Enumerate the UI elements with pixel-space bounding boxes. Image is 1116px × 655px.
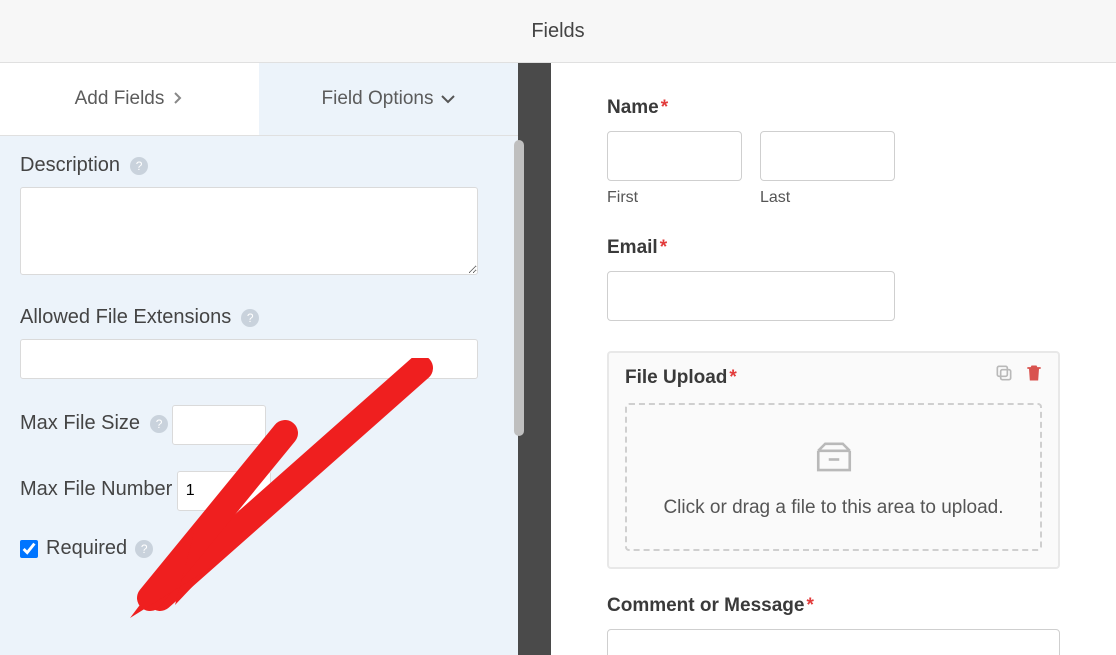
allowed-extensions-block: Allowed File Extensions ? (20, 306, 498, 379)
chevron-right-icon (172, 88, 184, 110)
tabs: Add Fields Field Options (0, 63, 518, 136)
max-file-size-block: Max File Size ? (20, 405, 498, 445)
left-panel: Add Fields Field Options Description ? (0, 63, 518, 655)
trash-icon[interactable] (1024, 363, 1044, 388)
form-preview: Name* First Last Email* File Uploa (551, 63, 1116, 655)
required-label: Required (46, 537, 127, 560)
body: Add Fields Field Options Description ? (0, 63, 1116, 655)
help-icon[interactable]: ? (130, 157, 148, 175)
name-sublabels: First Last (607, 189, 1060, 207)
file-dropzone[interactable]: Click or drag a file to this area to upl… (625, 403, 1042, 551)
page-title: Fields (531, 20, 584, 43)
first-sublabel: First (607, 189, 742, 207)
max-file-number-label: Max File Number (20, 478, 172, 501)
name-row (607, 131, 1060, 181)
chevron-down-icon (441, 88, 455, 110)
max-file-size-label: Max File Size (20, 412, 140, 435)
help-icon[interactable]: ? (135, 540, 153, 558)
max-file-number-input[interactable] (177, 471, 271, 511)
duplicate-icon[interactable] (994, 363, 1014, 388)
field-options-panel: Description ? Allowed File Extensions ? … (0, 136, 518, 655)
email-field-label: Email* (607, 237, 1060, 259)
required-asterisk: * (729, 367, 736, 388)
description-textarea[interactable] (20, 187, 478, 275)
max-file-size-input[interactable] (172, 405, 266, 445)
file-upload-label: File Upload* (625, 367, 1042, 389)
description-label: Description (20, 154, 120, 177)
allowed-extensions-label: Allowed File Extensions (20, 306, 231, 329)
scrollbar[interactable] (514, 140, 524, 436)
tab-field-options-label: Field Options (322, 88, 434, 110)
first-name-input[interactable] (607, 131, 742, 181)
last-sublabel: Last (760, 189, 895, 207)
file-dropzone-hint: Click or drag a file to this area to upl… (663, 497, 1003, 519)
max-file-number-block: Max File Number (20, 471, 498, 511)
comment-input[interactable] (607, 629, 1060, 655)
tab-add-fields[interactable]: Add Fields (0, 63, 259, 135)
allowed-extensions-input[interactable] (20, 339, 478, 379)
required-row: Required ? (20, 537, 498, 560)
help-icon[interactable]: ? (241, 309, 259, 327)
upload-box-icon (813, 435, 855, 483)
page-header: Fields (0, 0, 1116, 63)
description-block: Description ? (20, 154, 498, 280)
required-asterisk: * (661, 97, 668, 118)
file-upload-field[interactable]: File Upload* Click or drag a file to thi… (607, 351, 1060, 569)
tab-add-fields-label: Add Fields (75, 88, 165, 110)
name-field-label: Name* (607, 97, 1060, 119)
required-asterisk: * (660, 237, 667, 258)
required-checkbox[interactable] (20, 540, 38, 558)
last-name-input[interactable] (760, 131, 895, 181)
comment-field-label: Comment or Message* (607, 595, 1060, 617)
field-actions (994, 363, 1044, 388)
email-input[interactable] (607, 271, 895, 321)
help-icon[interactable]: ? (150, 415, 168, 433)
tab-field-options[interactable]: Field Options (259, 63, 518, 135)
required-asterisk: * (806, 595, 813, 616)
